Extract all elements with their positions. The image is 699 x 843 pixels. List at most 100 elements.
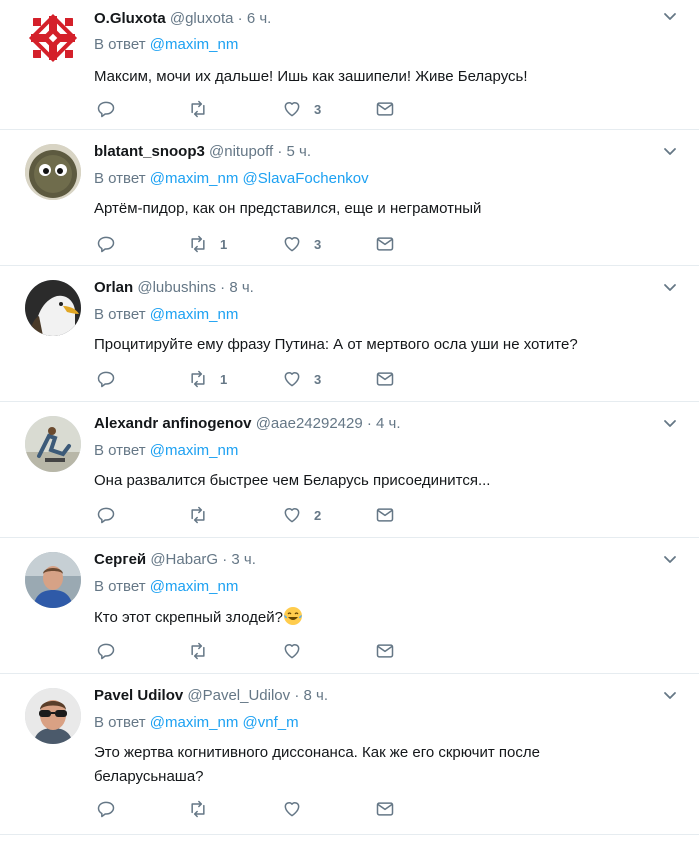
reply-prefix: В ответ	[94, 578, 146, 595]
timestamp[interactable]: 4 ч.	[376, 415, 401, 432]
separator: ·	[277, 143, 283, 160]
tweet-actions	[94, 798, 414, 820]
tweet-header: blatant_snoop3 @nitupoff · 5 ч.	[94, 143, 311, 161]
tweet-text: Она развалится быстрее чем Беларусь прис…	[94, 472, 491, 489]
direct-message-button[interactable]	[375, 233, 395, 255]
heart-icon	[284, 508, 300, 523]
tweet-text-container: Кто этот скрепный злодей?	[94, 606, 679, 629]
tweet-actions: 1 3	[94, 233, 414, 255]
retweet-button[interactable]	[188, 504, 220, 526]
mention-link[interactable]: @SlavaFochenkov	[243, 170, 369, 187]
chevron-down-icon[interactable]	[663, 691, 677, 701]
avatar[interactable]	[25, 280, 81, 336]
mention-link[interactable]: @maxim_nm	[150, 170, 239, 187]
display-name[interactable]: Alexandr anfinogenov	[94, 415, 252, 432]
chevron-down-icon[interactable]	[663, 283, 677, 293]
timestamp[interactable]: 3 ч.	[231, 551, 256, 568]
user-handle[interactable]: @lubushins	[137, 279, 216, 296]
retweet-button[interactable]	[188, 798, 220, 820]
tweet[interactable]: Alexandr anfinogenov @aae24292429 · 4 ч.…	[0, 402, 699, 538]
reply-button[interactable]	[96, 798, 116, 820]
user-handle[interactable]: @gluxota	[170, 10, 234, 27]
direct-message-button[interactable]	[375, 798, 395, 820]
user-handle[interactable]: @Pavel_Udilov	[187, 687, 290, 704]
tweet[interactable]: O.Gluxota @gluxota · 6 ч. В ответ @maxim…	[0, 0, 699, 130]
user-handle[interactable]: @HabarG	[150, 551, 218, 568]
direct-message-button[interactable]	[375, 640, 395, 662]
tweet-header: Сергей @HabarG · 3 ч.	[94, 551, 256, 569]
tweet[interactable]: Orlan @lubushins · 8 ч. В ответ @maxim_n…	[0, 266, 699, 402]
like-button[interactable]: 3	[282, 98, 321, 120]
retweet-button[interactable]: 1	[188, 368, 227, 390]
like-button[interactable]: 3	[282, 233, 321, 255]
reply-button[interactable]	[96, 640, 116, 662]
tweet-text: Процитируйте ему фразу Путина: А от мерт…	[94, 336, 578, 353]
tweet[interactable]: blatant_snoop3 @nitupoff · 5 ч. В ответ …	[0, 130, 699, 266]
envelope-icon	[376, 372, 394, 386]
direct-message-button[interactable]	[375, 98, 395, 120]
tweet-text: Артём-пидор, как он представился, еще и …	[94, 200, 482, 217]
mention-link[interactable]: @vnf_m	[243, 714, 299, 731]
retweet-button[interactable]	[188, 98, 220, 120]
reply-context: В ответ @maxim_nm	[94, 442, 238, 460]
avatar[interactable]	[25, 10, 81, 66]
tweet[interactable]: Pavel Udilov @Pavel_Udilov · 8 ч. В отве…	[0, 674, 699, 835]
like-button[interactable]: 2	[282, 504, 321, 526]
tweet-actions	[94, 640, 414, 662]
envelope-icon	[376, 237, 394, 251]
tweet-text: Кто этот скрепный злодей?	[94, 609, 283, 626]
heart-icon	[284, 102, 300, 117]
chevron-down-icon[interactable]	[663, 419, 677, 429]
reply-context: В ответ @maxim_nm @vnf_m	[94, 714, 299, 732]
chevron-down-icon[interactable]	[663, 147, 677, 157]
reply-context: В ответ @maxim_nm	[94, 578, 238, 596]
display-name[interactable]: blatant_snoop3	[94, 143, 205, 160]
display-name[interactable]: Orlan	[94, 279, 133, 296]
tweet-actions: 3	[94, 98, 414, 120]
separator: ·	[220, 279, 226, 296]
mention-link[interactable]: @maxim_nm	[150, 36, 239, 53]
display-name[interactable]: O.Gluxota	[94, 10, 166, 27]
separator: ·	[294, 687, 300, 704]
reply-button[interactable]	[96, 98, 128, 120]
reply-prefix: В ответ	[94, 714, 146, 731]
like-button[interactable]: 3	[282, 368, 321, 390]
retweet-icon	[191, 642, 205, 660]
reply-button[interactable]	[96, 504, 116, 526]
avatar[interactable]	[25, 144, 81, 200]
retweet-button[interactable]: 1	[188, 233, 227, 255]
reply-prefix: В ответ	[94, 442, 146, 459]
tweet-header: O.Gluxota @gluxota · 6 ч.	[94, 10, 271, 28]
reply-button[interactable]	[96, 368, 116, 390]
tweet[interactable]: Сергей @HabarG · 3 ч. В ответ @maxim_nm …	[0, 538, 699, 674]
timestamp[interactable]: 6 ч.	[247, 10, 272, 27]
chevron-down-icon[interactable]	[663, 12, 677, 22]
direct-message-button[interactable]	[375, 368, 395, 390]
reply-button[interactable]	[96, 233, 116, 255]
like-button[interactable]	[282, 640, 314, 662]
avatar[interactable]	[25, 552, 81, 608]
chevron-down-icon[interactable]	[663, 555, 677, 565]
mention-link[interactable]: @maxim_nm	[150, 442, 239, 459]
retweet-button[interactable]	[188, 640, 220, 662]
ornament-icon	[25, 10, 81, 66]
avatar[interactable]	[25, 416, 81, 472]
reply-prefix: В ответ	[94, 36, 146, 53]
retweet-count: 1	[220, 371, 228, 387]
like-count: 2	[314, 507, 322, 523]
mention-link[interactable]: @maxim_nm	[150, 578, 239, 595]
mention-link[interactable]: @maxim_nm	[150, 714, 239, 731]
timestamp[interactable]: 8 ч.	[304, 687, 329, 704]
display-name[interactable]: Сергей	[94, 551, 146, 568]
timestamp[interactable]: 5 ч.	[287, 143, 312, 160]
user-handle[interactable]: @nitupoff	[209, 143, 273, 160]
direct-message-button[interactable]	[375, 504, 395, 526]
display-name[interactable]: Pavel Udilov	[94, 687, 183, 704]
retweet-count: 1	[220, 236, 228, 252]
like-button[interactable]	[282, 798, 314, 820]
user-handle[interactable]: @aae24292429	[256, 415, 363, 432]
face-with-tears-of-joy-icon	[283, 607, 302, 625]
timestamp[interactable]: 8 ч.	[229, 279, 254, 296]
mention-link[interactable]: @maxim_nm	[150, 306, 239, 323]
avatar[interactable]	[25, 688, 81, 744]
